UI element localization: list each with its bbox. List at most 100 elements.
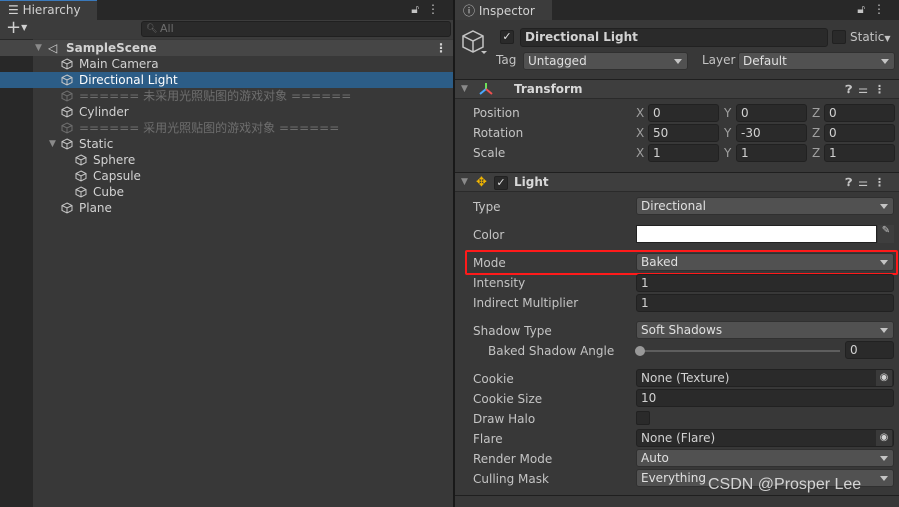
hierarchy-item[interactable]: Cube bbox=[0, 184, 453, 200]
cookie-size-input[interactable]: 10 bbox=[636, 389, 894, 407]
flare-field[interactable]: None (Flare) ◉ bbox=[636, 429, 894, 447]
object-picker-icon[interactable]: ◉ bbox=[876, 430, 892, 446]
object-picker-icon[interactable]: ◉ bbox=[876, 370, 892, 386]
rotation-1-input[interactable]: -30 bbox=[736, 124, 807, 142]
indirect-multiplier-input[interactable]: 1 bbox=[636, 294, 894, 312]
gameobject-icon bbox=[61, 136, 77, 152]
hierarchy-item[interactable]: Capsule bbox=[0, 168, 453, 184]
component-icons[interactable]: ❓︎⚌⋮ bbox=[846, 173, 892, 192]
help-icon: ❓︎ bbox=[845, 83, 859, 96]
mode-dropdown[interactable]: Baked bbox=[636, 253, 894, 271]
lock-icon[interactable]: 🔓︎ bbox=[411, 2, 427, 16]
hierarchy-item[interactable]: Plane bbox=[0, 200, 453, 216]
search-input[interactable]: 🔍︎ All bbox=[141, 21, 451, 37]
list-icon: ☰ bbox=[8, 3, 23, 17]
scene-row[interactable]: ▼ ◁ SampleScene ⋮ bbox=[0, 40, 453, 56]
render-mode-label: Render Mode bbox=[473, 452, 553, 466]
scale-1-input[interactable]: 1 bbox=[736, 144, 807, 162]
more-icon[interactable]: ⋮ bbox=[427, 2, 447, 16]
cookie-field[interactable]: None (Texture) ◉ bbox=[636, 369, 894, 387]
tab-inspector[interactable]: ⓘ Inspector bbox=[455, 0, 552, 20]
light-header[interactable]: ▼ ✥ ✓ Light ❓︎⚌⋮ bbox=[455, 172, 899, 192]
lock-icon[interactable]: 🔓︎ bbox=[857, 2, 873, 16]
mode-label: Mode bbox=[473, 256, 506, 270]
search-icon: 🔍︎ bbox=[146, 24, 158, 34]
hierarchy-tab-menu[interactable]: 🔓︎⋮ bbox=[411, 2, 447, 17]
rotation-label: Rotation bbox=[473, 126, 524, 140]
add-button[interactable]: +▼ bbox=[6, 17, 27, 38]
gameobject-icon bbox=[75, 184, 91, 200]
hierarchy-item[interactable]: Main Camera bbox=[0, 56, 453, 72]
color-swatch[interactable] bbox=[636, 225, 877, 243]
axis-0-label: X bbox=[636, 126, 645, 140]
baked-shadow-angle-input[interactable]: 0 bbox=[845, 341, 894, 359]
axis-1-label: Y bbox=[724, 146, 732, 160]
hierarchy-item-label: Static bbox=[79, 137, 114, 151]
rotation-0-input[interactable]: 50 bbox=[648, 124, 719, 142]
static-dropdown[interactable]: Static▼ bbox=[850, 30, 890, 44]
position-0-input[interactable]: 0 bbox=[648, 104, 719, 122]
more-icon: ⋮ bbox=[874, 83, 891, 96]
unity-scene-icon: ◁ bbox=[48, 41, 58, 55]
hierarchy-item[interactable]: Sphere bbox=[0, 152, 453, 168]
object-name-input[interactable]: Directional Light bbox=[520, 28, 828, 47]
transform-icon bbox=[479, 83, 493, 95]
position-2-input[interactable]: 0 bbox=[824, 104, 895, 122]
position-label: Position bbox=[473, 106, 520, 120]
active-checkbox[interactable]: ✓ bbox=[500, 30, 514, 44]
type-label: Type bbox=[473, 200, 501, 214]
eyedropper-icon[interactable]: ✎ bbox=[878, 225, 894, 243]
expand-arrow-icon[interactable]: ▼ bbox=[35, 40, 42, 56]
baked-shadow-angle-slider[interactable] bbox=[640, 350, 840, 352]
axis-1-label: Y bbox=[724, 126, 732, 140]
position-1-input[interactable]: 0 bbox=[736, 104, 807, 122]
static-checkbox[interactable] bbox=[832, 30, 846, 44]
gameobject-icon bbox=[75, 152, 91, 168]
shadow-type-dropdown[interactable]: Soft Shadows bbox=[636, 321, 894, 339]
culling-mask-label: Culling Mask bbox=[473, 472, 549, 486]
more-icon: ⋮ bbox=[874, 176, 891, 189]
indirect-multiplier-label: Indirect Multiplier bbox=[473, 296, 579, 310]
gameobject-cube-icon[interactable] bbox=[461, 29, 487, 55]
axis-2-label: Z bbox=[812, 106, 821, 120]
rotation-2-input[interactable]: 0 bbox=[824, 124, 895, 142]
hierarchy-item-label: Plane bbox=[79, 201, 112, 215]
hierarchy-panel: ☰ Hierarchy 🔓︎⋮ +▼ 🔍︎ All ▼ ◁ SampleScen… bbox=[0, 0, 453, 507]
slider-handle[interactable] bbox=[635, 346, 645, 356]
render-mode-dropdown[interactable]: Auto bbox=[636, 449, 894, 467]
tag-label: Tag bbox=[496, 53, 517, 67]
tag-dropdown[interactable]: Untagged bbox=[523, 52, 688, 70]
axis-2-label: Z bbox=[812, 126, 821, 140]
intensity-input[interactable]: 1 bbox=[636, 274, 894, 292]
hierarchy-item[interactable]: ====== 未采用光照贴图的游戏对象 ====== bbox=[0, 88, 453, 104]
hierarchy-item[interactable]: Directional Light bbox=[0, 72, 453, 88]
baked-shadow-angle-label: Baked Shadow Angle bbox=[488, 344, 615, 358]
axis-2-label: Z bbox=[812, 146, 821, 160]
collapse-arrow-icon[interactable]: ▼ bbox=[461, 173, 468, 192]
flare-label: Flare bbox=[473, 432, 503, 446]
scene-menu-icon[interactable]: ⋮ bbox=[435, 40, 447, 56]
component-icons[interactable]: ❓︎⚌⋮ bbox=[846, 80, 892, 99]
gameobject-icon bbox=[61, 104, 77, 120]
draw-halo-checkbox[interactable] bbox=[636, 411, 650, 425]
scale-2-input[interactable]: 1 bbox=[824, 144, 895, 162]
hierarchy-item-label: Capsule bbox=[93, 169, 141, 183]
layer-dropdown[interactable]: Default bbox=[738, 52, 895, 70]
hierarchy-item[interactable]: ▼ Static bbox=[0, 136, 453, 152]
light-enabled-checkbox[interactable]: ✓ bbox=[494, 176, 508, 190]
hierarchy-item[interactable]: Cylinder bbox=[0, 104, 453, 120]
more-icon[interactable]: ⋮ bbox=[873, 2, 893, 16]
hierarchy-item[interactable]: ====== 采用光照贴图的游戏对象 ====== bbox=[0, 120, 453, 136]
scale-0-input[interactable]: 1 bbox=[648, 144, 719, 162]
inspector-tab-menu[interactable]: 🔓︎⋮ bbox=[857, 2, 893, 17]
axis-0-label: X bbox=[636, 146, 645, 160]
gameobject-icon bbox=[61, 120, 77, 136]
transform-header[interactable]: ▼ Transform ❓︎⚌⋮ bbox=[455, 79, 899, 99]
collapse-arrow-icon[interactable]: ▼ bbox=[461, 80, 468, 99]
preset-icon: ⚌ bbox=[858, 83, 874, 96]
type-dropdown[interactable]: Directional bbox=[636, 197, 894, 215]
layer-label: Layer bbox=[702, 53, 736, 67]
gameobject-icon bbox=[61, 200, 77, 216]
expand-arrow-icon[interactable]: ▼ bbox=[49, 136, 56, 152]
hierarchy-tabbar: ☰ Hierarchy 🔓︎⋮ bbox=[0, 0, 453, 20]
